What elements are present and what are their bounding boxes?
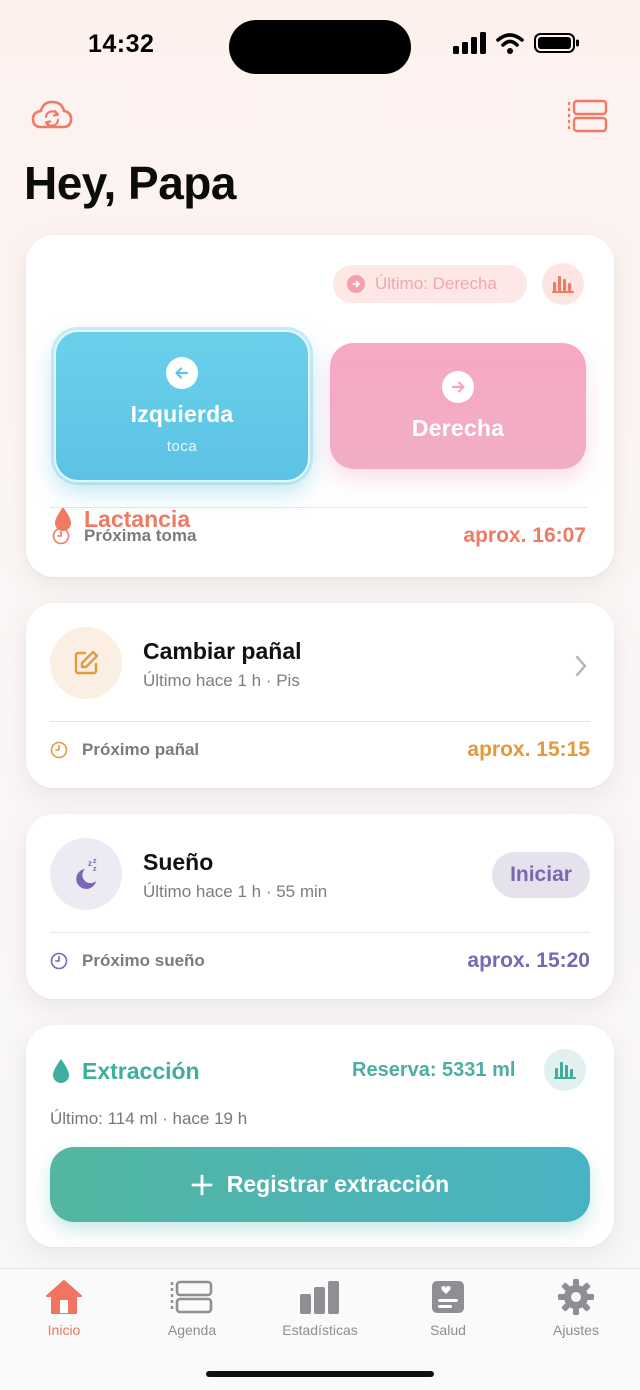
timeline-icon: [568, 99, 608, 133]
sleep-card: z z z Sueño Último hace 1 h · 55 min Pró…: [26, 814, 614, 999]
status-time: 14:32: [88, 30, 155, 58]
pumping-title: Extracción: [82, 1057, 200, 1084]
tab-label: Agenda: [167, 1322, 217, 1338]
tab-label: Inicio: [47, 1322, 81, 1338]
clock-icon: [52, 527, 70, 545]
clock-icon: [50, 741, 68, 759]
diaper-subtitle: Último hace 1 h · Pis: [143, 671, 300, 690]
next-sleep-value: aprox. 15:20: [467, 949, 590, 972]
dynamic-island: [229, 20, 411, 74]
tab-inicio[interactable]: Inicio: [0, 1278, 128, 1338]
agenda-button[interactable]: [566, 96, 610, 136]
diaper-icon-circle: [50, 627, 122, 699]
sleep-title: Sueño: [143, 849, 214, 875]
svg-text:z: z: [93, 858, 97, 865]
bar-chart-icon: [552, 276, 574, 293]
left-breast-label: Izquierda: [130, 401, 234, 427]
tab-label: Salud: [430, 1322, 466, 1338]
next-feed-row: Próxima toma: [52, 526, 196, 546]
next-sleep-row: Próximo sueño: [50, 951, 205, 971]
sleep-subtitle: Último hace 1 h · 55 min: [143, 882, 328, 901]
bar-chart-icon: [300, 1281, 339, 1314]
cloud-sync-icon: [31, 100, 73, 129]
chevron-right-icon: [575, 655, 587, 677]
start-sleep-button[interactable]: Iniciar: [492, 852, 590, 898]
bar-chart-icon: [554, 1062, 576, 1079]
gear-icon: [558, 1279, 594, 1315]
arrow-right-circle-icon: [347, 275, 365, 293]
svg-text:z: z: [93, 866, 97, 873]
register-pumping-label: Registrar extracción: [226, 1171, 450, 1197]
plus-icon: [191, 1174, 213, 1195]
moon-sleep-icon: z z z: [76, 858, 97, 889]
tab-salud[interactable]: Salud: [384, 1278, 512, 1338]
diaper-title: Cambiar pañal: [143, 638, 302, 664]
next-sleep-label: Próximo sueño: [82, 951, 205, 970]
last-pumping: Último: 114 ml · hace 19 h: [50, 1109, 248, 1128]
left-breast-hint: toca: [166, 438, 198, 455]
svg-text:z: z: [88, 859, 92, 868]
tab-estadisticas[interactable]: Estadísticas: [256, 1278, 384, 1338]
sleep-text: Sueño Último hace 1 h · 55 min: [143, 849, 327, 902]
divider: [50, 507, 588, 508]
lactancia-stats-button[interactable]: [542, 263, 584, 305]
left-breast-button[interactable]: Izquierda toca: [54, 330, 310, 482]
agenda-icon: [170, 1280, 213, 1314]
right-breast-button[interactable]: Derecha: [330, 343, 586, 469]
drop-icon: [53, 1059, 69, 1083]
reserve-value: Reserva: 5331 ml: [352, 1059, 516, 1081]
next-diaper-row: Próximo pañal: [50, 740, 199, 760]
last-side-label: Último: Derecha: [375, 274, 497, 293]
pumping-header: Extracción: [50, 1057, 200, 1085]
diaper-text: Cambiar pañal Último hace 1 h · Pis: [143, 638, 302, 691]
signal-icon: [453, 32, 486, 54]
next-diaper-value: aprox. 15:15: [467, 738, 590, 761]
edit-icon: [74, 650, 99, 675]
clock-icon: [50, 952, 68, 970]
sleep-icon-circle: z z z: [50, 838, 122, 910]
pumping-stats-button[interactable]: [544, 1049, 586, 1091]
health-card-icon: [432, 1281, 464, 1313]
battery-icon: [534, 33, 579, 53]
home-icon: [46, 1280, 82, 1314]
next-diaper-label: Próximo pañal: [82, 740, 200, 759]
arrow-right-icon: [442, 370, 474, 403]
divider: [50, 932, 590, 933]
next-feed-label: Próxima toma: [84, 526, 197, 545]
register-pumping-button[interactable]: Registrar extracción: [50, 1147, 590, 1222]
cloud-sync-button[interactable]: [30, 96, 74, 136]
tab-label: Estadísticas: [282, 1322, 358, 1338]
right-breast-label: Derecha: [411, 414, 505, 441]
tab-agenda[interactable]: Agenda: [128, 1278, 256, 1338]
arrow-left-icon: [166, 357, 198, 389]
last-side-badge: Último: Derecha: [333, 265, 527, 303]
divider: [50, 721, 590, 722]
tab-ajustes[interactable]: Ajustes: [512, 1278, 640, 1338]
tab-label: Ajustes: [553, 1322, 599, 1338]
home-indicator[interactable]: [206, 1371, 434, 1377]
next-feed-value: aprox. 16:07: [463, 524, 586, 547]
page-title: Hey, Papa: [24, 157, 236, 209]
diaper-card[interactable]: Cambiar pañal Último hace 1 h · Pis Próx…: [26, 603, 614, 788]
wifi-icon: [496, 33, 524, 54]
status-icons: [452, 32, 580, 54]
